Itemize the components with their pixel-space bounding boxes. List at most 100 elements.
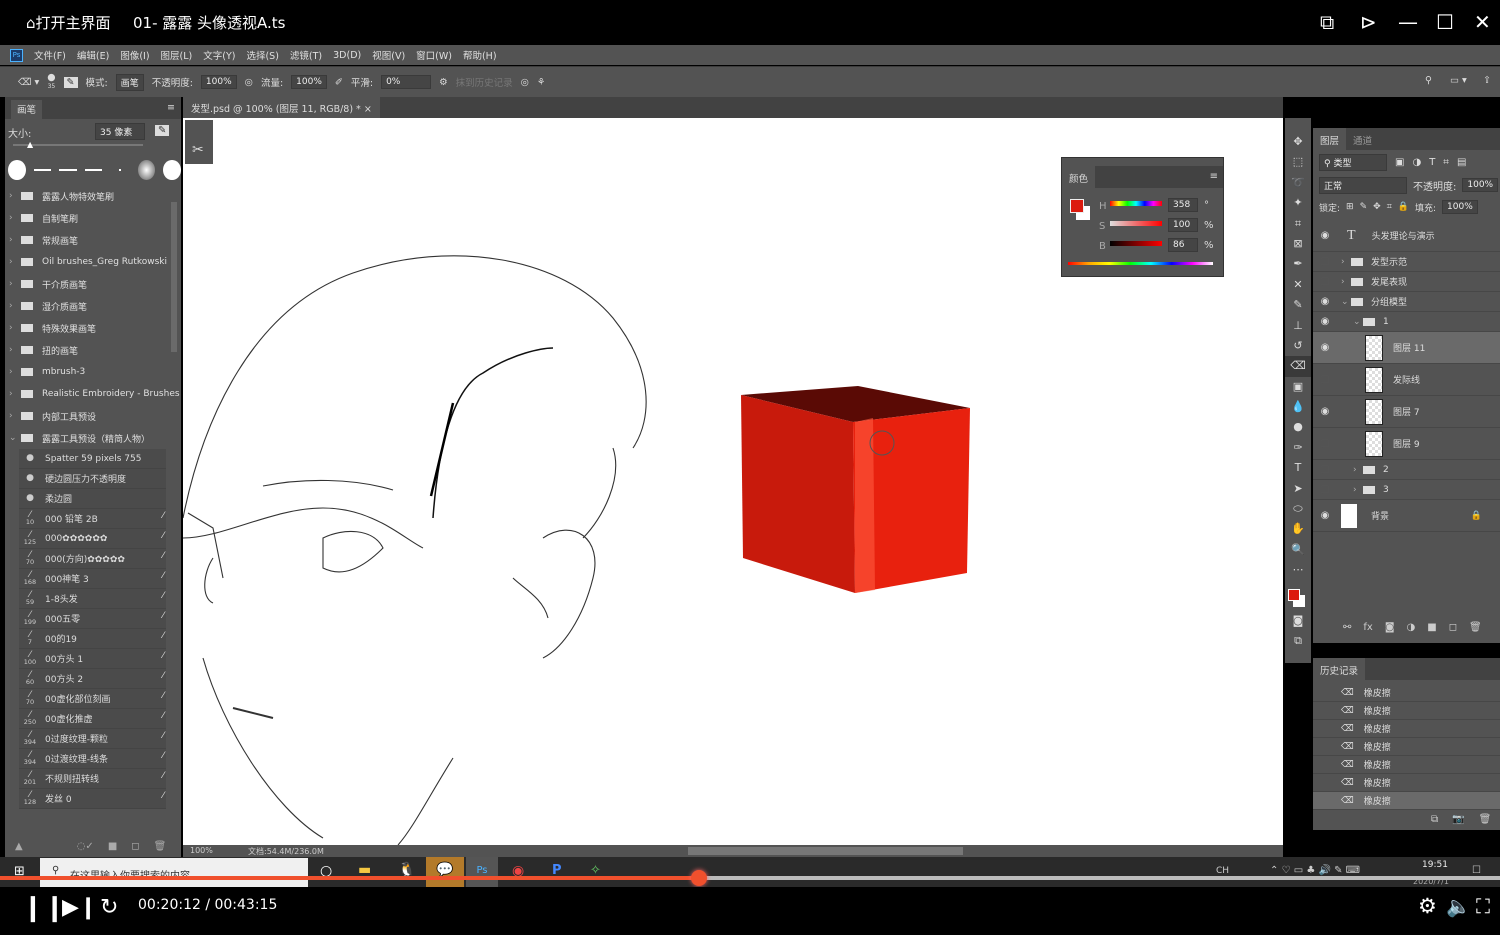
next-button[interactable]: ▶❙ xyxy=(62,895,97,920)
layer-row[interactable]: ▢ › 发尾表现 xyxy=(1313,272,1500,292)
marquee-tool-icon[interactable]: ⬚ xyxy=(1285,152,1311,172)
brush-tool-icon[interactable]: ✎ xyxy=(1285,295,1311,315)
chevron-icon[interactable]: › xyxy=(1341,277,1351,287)
eraser-tool-icon[interactable]: ⌫ ▾ xyxy=(18,77,39,88)
layer-row[interactable]: ◉ ⌄ 1 xyxy=(1313,312,1500,332)
mode-select[interactable]: 画笔 xyxy=(115,73,144,91)
brush-edit-icon[interactable]: ⁄ xyxy=(162,651,164,661)
layer-filter-select[interactable]: ⚲ 类型 xyxy=(1319,153,1387,171)
menu-item[interactable]: 文字(Y) xyxy=(203,48,235,62)
brush-edit-icon[interactable]: ⁄ xyxy=(162,671,164,681)
brush-folder[interactable]: › 湿介质画笔 xyxy=(5,295,181,317)
dodge-tool-icon[interactable]: ● xyxy=(1285,417,1311,437)
video-progress-handle[interactable] xyxy=(691,870,707,886)
hue-field[interactable]: 358 xyxy=(1168,198,1198,212)
eye-icon[interactable]: ◉ xyxy=(1313,406,1337,417)
adjustment-icon[interactable]: ◑ xyxy=(1407,622,1416,633)
fx-icon[interactable]: fx xyxy=(1363,622,1372,633)
eraser-tool-icon[interactable]: ⌫ xyxy=(1285,356,1311,377)
mask-icon[interactable]: ◙ xyxy=(1385,622,1395,633)
close-tab-icon[interactable]: × xyxy=(364,104,372,115)
layer-row[interactable]: ▢ › 2 xyxy=(1313,460,1500,480)
visibility-toggle[interactable]: ▢ xyxy=(1313,484,1337,495)
brush-size-toggle-icon[interactable]: ▲ xyxy=(15,841,23,855)
new-folder-icon[interactable]: ■ xyxy=(108,841,117,855)
photoshop-taskbar-icon[interactable]: Ps xyxy=(466,857,498,887)
workspace-icon[interactable]: ▭ ▾ xyxy=(1450,75,1467,86)
move-tool-icon[interactable]: ✥ xyxy=(1285,132,1311,152)
notification-icon[interactable]: ☐ xyxy=(1472,865,1481,876)
minimize-button[interactable]: — xyxy=(1398,10,1418,34)
brush-preset[interactable]: ⁄ 70 00虚化部位刻画 ⁄ xyxy=(19,689,166,709)
brush-tip[interactable] xyxy=(59,169,77,171)
new-document-icon[interactable]: ⧉ xyxy=(1431,814,1438,825)
brush-preset[interactable]: ⁄ 201 不规则扭转线 ⁄ xyxy=(19,769,166,789)
saturation-field[interactable]: 100 xyxy=(1168,218,1198,232)
brush-edit-icon[interactable]: ⁄ xyxy=(162,571,164,581)
brush-preset[interactable]: ⁄ 168 000神笔 3 ⁄ xyxy=(19,569,166,589)
layer-row[interactable]: ▢ 发际线 xyxy=(1313,364,1500,396)
brightness-slider[interactable] xyxy=(1110,241,1162,246)
home-button[interactable]: ⌂打开主界面 xyxy=(26,12,111,33)
filter-smart-icon[interactable]: ▤ xyxy=(1457,157,1466,168)
menu-item[interactable]: 选择(S) xyxy=(246,48,278,62)
brush-tip[interactable] xyxy=(8,160,26,180)
menu-item[interactable]: 图层(L) xyxy=(161,48,193,62)
scrollbar[interactable] xyxy=(171,202,177,352)
screen-mode-icon[interactable]: ⧉ xyxy=(1285,631,1311,651)
crop-tool-icon[interactable]: ⌗ xyxy=(1285,214,1311,234)
filter-shape-icon[interactable]: ⌗ xyxy=(1443,157,1449,168)
brush-preset[interactable]: ● Spatter 59 pixels 755 xyxy=(19,449,166,469)
gear-icon[interactable]: ⚙ xyxy=(439,77,448,88)
pin-icon[interactable]: ⊳ xyxy=(1360,10,1377,34)
tab-layers[interactable]: 图层 xyxy=(1313,128,1347,152)
history-item[interactable]: ⌫ 橡皮擦 xyxy=(1313,756,1500,774)
menu-item[interactable]: 滤镜(T) xyxy=(290,48,322,62)
cast-icon[interactable]: ⧉ xyxy=(1320,10,1334,34)
hand-tool-icon[interactable]: ✋ xyxy=(1285,519,1311,539)
brush-folder[interactable]: › 特殊效果画笔 xyxy=(5,317,181,339)
brush-edit-icon[interactable]: ⁄ xyxy=(162,531,164,541)
brush-edit-icon[interactable]: ⁄ xyxy=(162,711,164,721)
lock-pixels-icon[interactable]: ⊞ xyxy=(1346,202,1354,212)
brush-folder[interactable]: › Realistic Embroidery - Brushes xyxy=(5,383,181,405)
layer-row[interactable]: ▢ › 3 xyxy=(1313,480,1500,500)
brush-folder[interactable]: › mbrush-3 xyxy=(5,361,181,383)
loop-off-icon[interactable]: ↻ xyxy=(100,895,118,920)
eye-icon[interactable]: ◉ xyxy=(1313,230,1337,241)
ime-indicator[interactable]: CH xyxy=(1216,866,1229,876)
tab-color[interactable]: 颜色 xyxy=(1062,166,1096,190)
fill-field[interactable]: 100% xyxy=(1442,200,1478,214)
layer-row[interactable]: ◉ ⌄ 分组模型 xyxy=(1313,292,1500,312)
foreground-color-swatch[interactable] xyxy=(1288,588,1300,601)
panel-menu-icon[interactable]: ≡ xyxy=(167,102,175,113)
new-brush-icon[interactable]: ◻ xyxy=(131,841,139,855)
panel-menu-icon[interactable]: ≡ xyxy=(1210,171,1218,182)
brush-edit-icon[interactable]: ⁄ xyxy=(162,611,164,621)
layer-row[interactable]: ▢ 图层 9 xyxy=(1313,428,1500,460)
history-item[interactable]: ⌫ 橡皮擦 xyxy=(1313,702,1500,720)
menu-item[interactable]: 3D(D) xyxy=(333,50,361,61)
brightness-field[interactable]: 86 xyxy=(1168,238,1198,252)
brush-settings-icon[interactable]: ✎ xyxy=(63,76,78,88)
zoom-tool-icon[interactable]: 🔍 xyxy=(1285,540,1311,560)
new-group-icon[interactable]: ■ xyxy=(1427,622,1436,633)
visibility-toggle[interactable]: ▢ xyxy=(1313,276,1337,287)
chevron-icon[interactable]: › xyxy=(1353,485,1363,495)
brush-edit-icon[interactable]: ⁄ xyxy=(162,771,164,781)
search-icon[interactable]: ⚲ xyxy=(1425,75,1432,86)
menu-item[interactable]: 帮助(H) xyxy=(463,48,497,62)
frame-tool-icon[interactable]: ⊠ xyxy=(1285,234,1311,254)
history-item[interactable]: ⌫ 橡皮擦 xyxy=(1313,774,1500,792)
brush-preset[interactable]: ⁄ 10 000 铅笔 2B ⁄ xyxy=(19,509,166,529)
layer-row[interactable]: ◉ 背景 🔒 xyxy=(1313,500,1500,532)
brush-folder[interactable]: › 干介质画笔 xyxy=(5,273,181,295)
tray-icons[interactable]: ⌃ ♡ ▭ ♣ 🔊 ✎ ⌨ xyxy=(1270,865,1360,876)
shape-tool-icon[interactable]: ⬭ xyxy=(1285,499,1311,519)
brush-tip[interactable] xyxy=(119,169,121,171)
brush-preset[interactable]: ⁄ 125 000✿✿✿✿✿✿ ⁄ xyxy=(19,529,166,549)
menu-item[interactable]: 图像(I) xyxy=(120,48,149,62)
brush-preset[interactable]: ⁄ 394 0过度纹理-颗粒 ⁄ xyxy=(19,729,166,749)
layer-opacity-field[interactable]: 100% xyxy=(1462,178,1499,192)
layer-row[interactable]: ◉ T 头发理论与演示 xyxy=(1313,220,1500,252)
